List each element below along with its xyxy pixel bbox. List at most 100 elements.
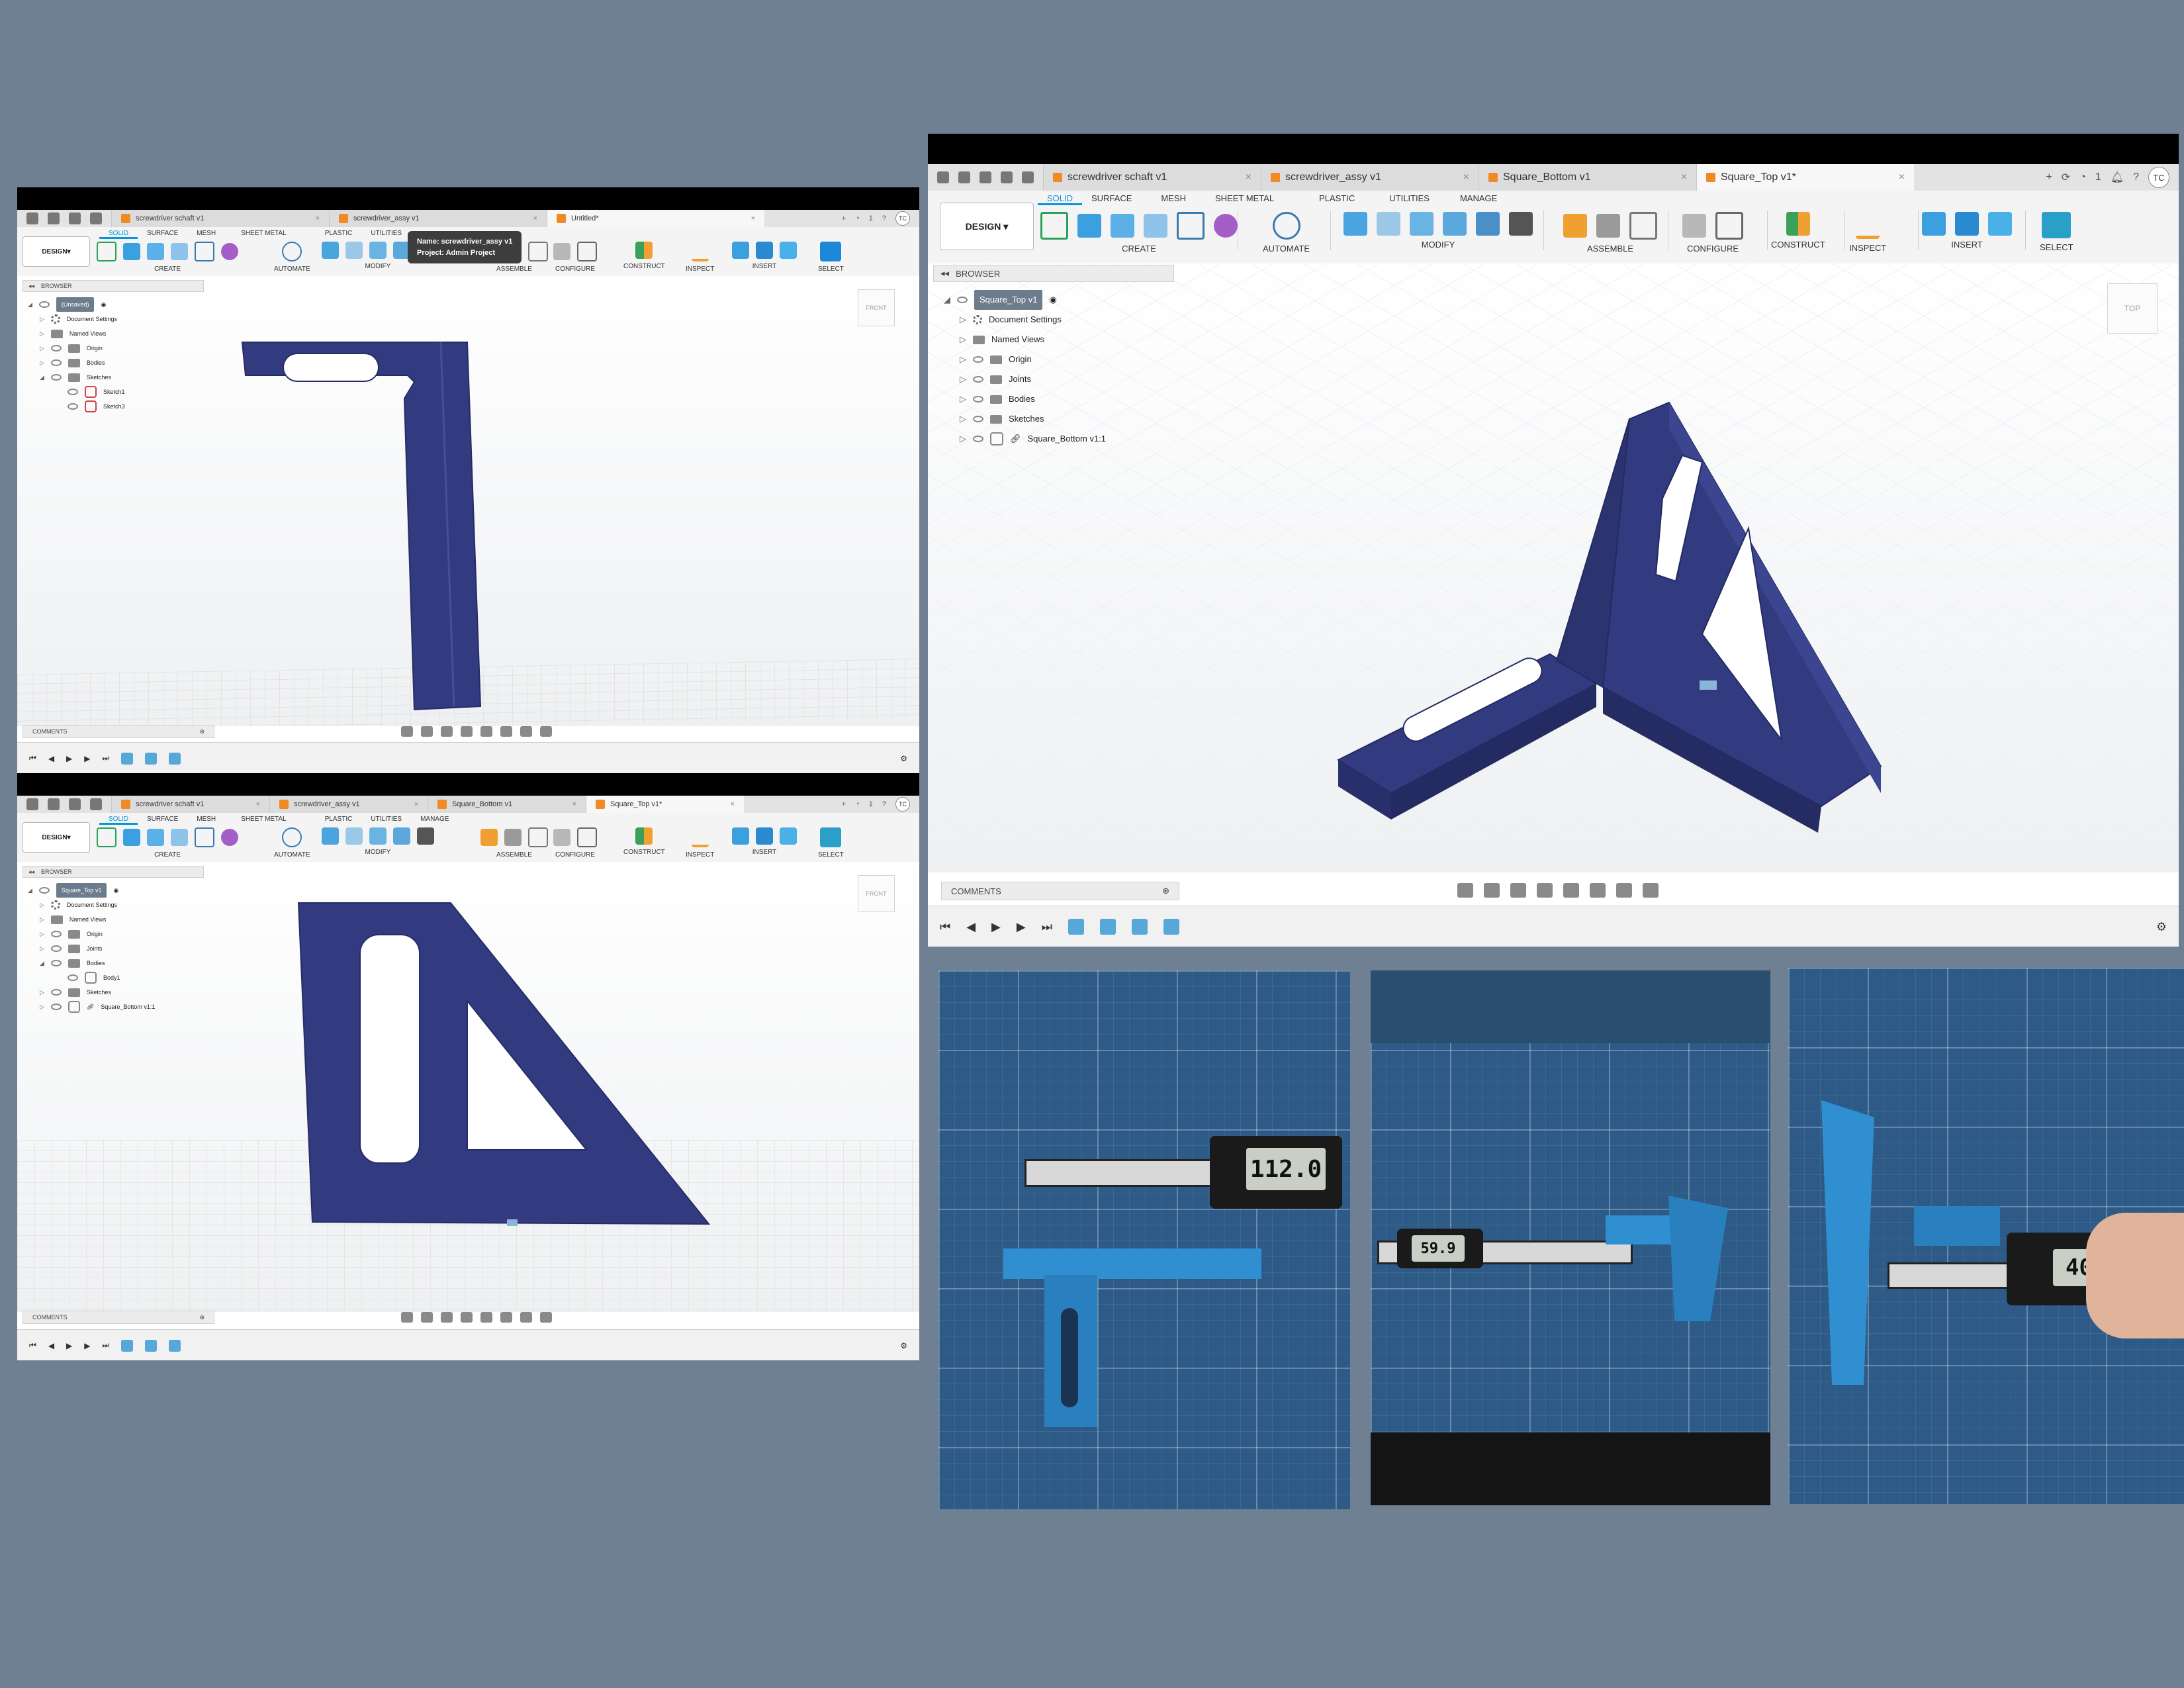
visibility-eye-icon[interactable] [50,359,62,366]
expand-triangle-icon[interactable]: ▷ [960,369,966,389]
next-step-icon[interactable]: ▶ [84,754,90,763]
construct-group[interactable]: CONSTRUCT [1771,212,1825,250]
pattern-icon[interactable] [195,827,214,847]
insert-group[interactable]: INSERT [1922,212,2012,250]
measure-icon[interactable] [1856,212,1880,239]
chamfer-icon[interactable] [369,827,387,845]
select-group[interactable]: SELECT [818,242,844,273]
combine-icon[interactable] [1476,212,1500,236]
expand-triangle-icon[interactable]: ▷ [40,941,44,956]
fillet-icon[interactable] [1377,212,1400,236]
visibility-eye-icon[interactable] [50,345,62,352]
file-menu-icon[interactable] [48,798,60,810]
insert-group[interactable]: INSERT [732,827,797,856]
visibility-eye-icon[interactable] [68,389,78,395]
create-group[interactable]: CREATE [97,242,238,273]
create-sketch-icon[interactable] [1040,212,1068,240]
tree-item-origin[interactable]: ▷ Origin [28,341,125,355]
timeline-feature[interactable] [1099,919,1116,935]
new-tab-icon[interactable]: + [842,214,846,222]
tree-item-sketches[interactable]: ▷ Sketches [28,985,155,1000]
expand-triangle-icon[interactable]: ▷ [960,330,966,350]
select-group[interactable]: SELECT [2040,212,2073,252]
tab-surface[interactable]: SURFACE [1082,193,1141,205]
tab-surface[interactable]: SURFACE [138,816,187,825]
form-icon[interactable] [1214,214,1238,238]
press-pull-icon[interactable] [322,242,339,259]
press-pull-icon[interactable] [322,827,339,845]
insert-mesh-icon[interactable] [756,827,773,845]
pattern-icon[interactable] [195,242,214,261]
viewcube[interactable]: TOP [2107,283,2158,334]
tab-screwdriver-assy[interactable]: screwdriver_assy v1 × [269,796,428,813]
expand-triangle-icon[interactable]: ▷ [960,350,966,369]
canvas-viewport[interactable]: TOP [928,263,2179,872]
home-icon[interactable] [1022,171,1034,183]
insert-derive-icon[interactable] [732,242,749,259]
timeline-settings-icon[interactable]: ⚙ [900,754,907,763]
tree-item-named-views[interactable]: ▷ Named Views [944,330,1106,350]
expand-triangle-icon[interactable]: ▷ [960,310,966,330]
close-icon[interactable]: × [256,800,260,808]
tree-item-sketches[interactable]: ▷ Sketches [944,409,1106,429]
insert-derive-icon[interactable] [1922,212,1946,236]
automate-group[interactable]: AUTOMATE [274,827,310,859]
timeline-feature[interactable] [121,752,134,765]
visibility-eye-icon[interactable] [38,887,50,894]
file-menu-icon[interactable] [48,212,60,224]
workspace-switcher[interactable]: DESIGN ▾ [23,822,90,853]
tab-manage[interactable]: MANAGE [1451,193,1506,205]
new-component-icon[interactable] [480,829,498,846]
job-status-icon[interactable]: ◔ [855,214,860,222]
help-icon[interactable]: ? [2133,171,2139,183]
new-tab-icon[interactable]: + [2046,171,2052,183]
collapse-icon[interactable]: ◂◂ [28,283,34,290]
notification-count[interactable]: 1 [869,800,873,808]
configure-group[interactable]: CONFIGURE [1682,212,1743,254]
insert-canvas-icon[interactable] [780,242,797,259]
assemble-group[interactable]: ASSEMBLE [480,827,548,859]
tree-item-joints[interactable]: ▷ Joints [28,941,155,956]
tab-mesh[interactable]: MESH [187,230,225,239]
display-settings-icon[interactable] [500,1312,512,1323]
revolve-icon[interactable] [1111,214,1134,238]
first-step-icon[interactable]: ⏮ [940,920,950,934]
orbit-icon[interactable] [401,1312,413,1323]
viewcube[interactable]: FRONT [858,289,895,326]
add-comment-icon[interactable]: ⊕ [199,728,205,735]
close-icon[interactable]: × [1681,171,1687,183]
form-icon[interactable] [221,829,238,846]
joint-icon[interactable] [1596,214,1620,238]
last-step-icon[interactable]: ⏭ [103,1340,110,1350]
fillet-icon[interactable] [345,242,363,259]
extrude-icon[interactable] [123,243,140,260]
look-at-icon[interactable] [421,1312,433,1323]
tab-sheet-metal[interactable]: SHEET METAL [232,816,296,825]
collapse-triangle-icon[interactable]: ◢ [40,956,44,970]
insert-mesh-icon[interactable] [1955,212,1979,236]
expand-triangle-icon[interactable]: ▷ [40,326,44,341]
pan-icon[interactable] [1510,883,1526,898]
press-pull-icon[interactable] [1343,212,1367,236]
tree-item-document-settings[interactable]: ▷ Document Settings [28,312,125,326]
orbit-icon[interactable] [401,726,413,737]
activate-radio-icon[interactable]: ◉ [101,297,106,312]
viewports-icon[interactable] [540,1312,552,1323]
tree-item-named-views[interactable]: ▷ Named Views [28,326,125,341]
create-sketch-icon[interactable] [97,827,116,847]
expand-triangle-icon[interactable]: ▷ [40,927,44,941]
look-at-icon[interactable] [1484,883,1500,898]
close-icon[interactable]: × [533,214,537,222]
select-icon[interactable] [2042,212,2071,238]
tab-plastic[interactable]: PLASTIC [316,230,362,239]
measure-icon[interactable] [691,827,709,847]
tree-item-document-settings[interactable]: ▷ Document Settings [944,310,1106,330]
visibility-eye-icon[interactable] [957,297,968,303]
extrude-icon[interactable] [1077,214,1101,238]
close-icon[interactable]: × [572,800,576,808]
timeline-settings-icon[interactable]: ⚙ [900,1341,907,1350]
timeline-feature[interactable] [145,1339,158,1352]
collapse-triangle-icon[interactable]: ◢ [40,370,44,385]
timeline-feature[interactable] [169,752,181,765]
avatar[interactable]: TC [2148,167,2169,188]
